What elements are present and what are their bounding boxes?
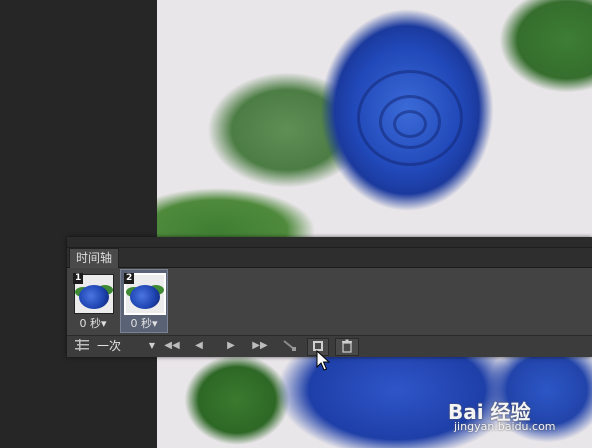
tab-timeline[interactable]: 时间轴 [69,248,120,268]
loop-options-select[interactable]: 一次 ▼ [97,338,157,354]
first-frame-button[interactable]: ◀◀ [161,338,183,354]
delete-frame-button[interactable] [335,338,359,356]
watermark-domain: jingyan.baidu.com [454,420,556,433]
panel-tab-bar: 时间轴 [67,248,592,268]
document-canvas[interactable] [157,0,592,448]
animation-frame-1[interactable]: 1 0 秒▾ [70,270,116,332]
timeline-convert-icon [75,339,89,351]
chevron-down-icon: ▼ [148,341,155,350]
frame-number: 1 [73,273,84,284]
frame-number: 2 [124,273,135,284]
frame-delay-dropdown[interactable]: 0 秒▾ [70,317,116,331]
frame-delay-dropdown[interactable]: 0 秒▾ [121,317,167,331]
play-button[interactable]: ▶ [221,338,241,354]
next-frame-button[interactable]: ▶▶ [249,338,271,354]
timeline-panel: 时间轴 1 0 秒▾ 2 0 秒▾ 一次 ▼ ◀◀ ◀ ▶ ▶▶ [67,237,592,357]
loop-value: 一次 [97,339,122,353]
rose-shape [130,285,160,309]
panel-header-strip[interactable] [67,237,592,248]
mouse-pointer-icon [316,350,330,371]
rose-petal-ring [393,110,427,138]
tween-icon[interactable] [279,338,301,354]
rose-shape [79,285,109,309]
trash-icon [342,339,352,353]
convert-to-video-timeline-icon[interactable] [73,338,91,354]
tween-glyph [283,340,296,351]
baidu-jingyan-watermark: Bai 经验 jingyan.baidu.com [448,396,588,436]
frames-strip: 1 0 秒▾ 2 0 秒▾ [67,268,592,335]
animation-frame-2[interactable]: 2 0 秒▾ [120,269,168,333]
previous-frame-button[interactable]: ◀ [189,338,209,354]
